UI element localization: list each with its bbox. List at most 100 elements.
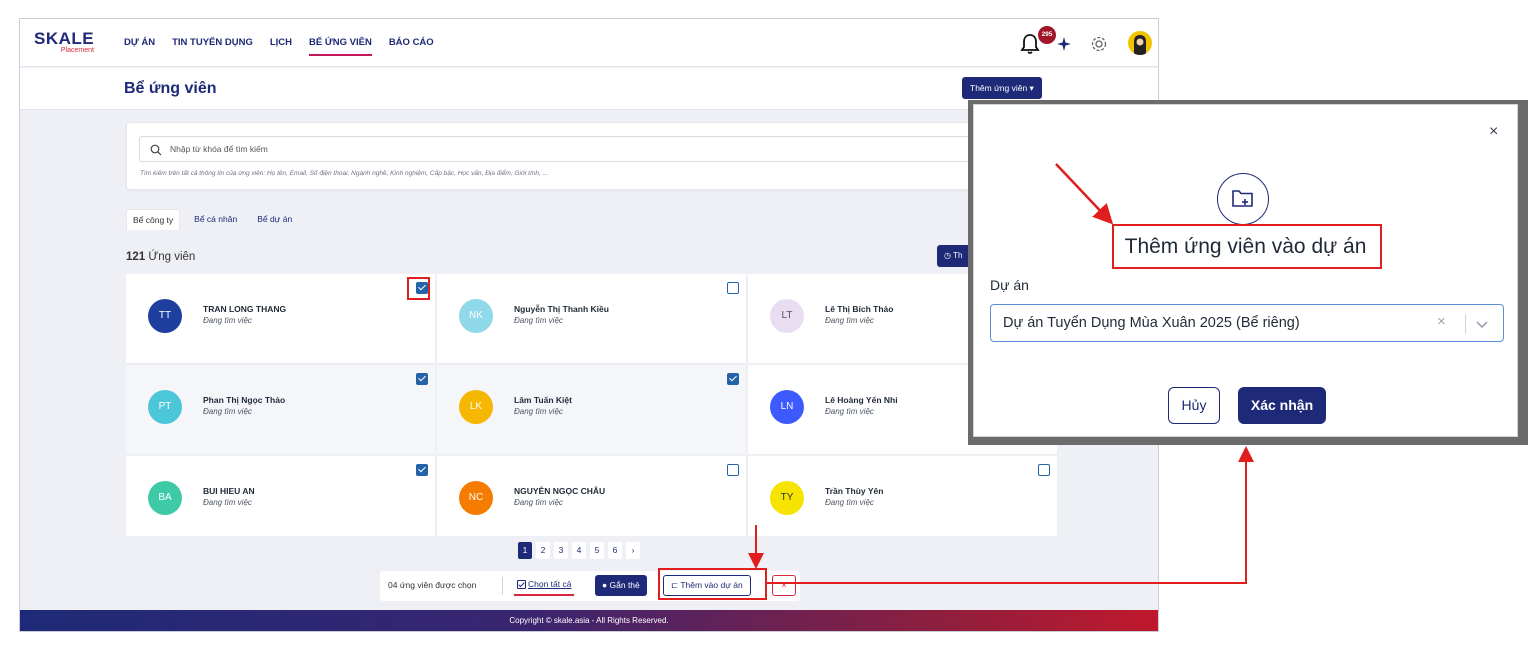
candidate-card[interactable]: PT Phan Thị Ngọc Thảo Đang tìm việc [126, 365, 436, 455]
tag-button-label: Gắn thẻ [609, 580, 640, 590]
top-navbar: SKALE Placement DỰ ÁN TIN TUYỂN DỤNG LỊC… [20, 19, 1158, 67]
pagination: 1 2 3 4 5 6 › [518, 542, 640, 559]
candidate-name[interactable]: Phan Thị Ngọc Thảo [203, 395, 285, 405]
nav-du-an[interactable]: DỰ ÁN [124, 37, 155, 56]
confirm-button[interactable]: Xác nhận [1238, 387, 1326, 424]
candidate-status: Đang tìm việc [825, 407, 874, 416]
candidate-card[interactable]: TY Trần Thùy Yên Đang tìm việc [748, 456, 1058, 536]
project-selected-value: Dự án Tuyển Dụng Mùa Xuân 2025 (Bể riêng… [1003, 315, 1300, 331]
add-to-project-button[interactable]: ⊏ Thêm vào dự án [663, 575, 751, 596]
search-input[interactable] [170, 141, 1030, 157]
candidate-status: Đang tìm việc [514, 316, 563, 325]
project-select[interactable]: Dự án Tuyển Dụng Mùa Xuân 2025 (Bể riêng… [990, 304, 1504, 342]
candidate-name[interactable]: BUI HIEU AN [203, 486, 255, 496]
candidate-checkbox[interactable] [727, 464, 739, 476]
modal-close-icon[interactable]: × [1489, 123, 1498, 141]
bell-icon[interactable]: 295 [1020, 26, 1056, 55]
add-to-project-label: Thêm vào dự án [680, 580, 743, 590]
candidate-card[interactable]: TT TRAN LONG THANG Đang tìm việc [126, 274, 436, 364]
pool-tabs: Bể công ty Bể cá nhân Bể dự án [126, 209, 298, 230]
sparkle-icon[interactable] [1056, 36, 1072, 52]
candidate-avatar: TT [148, 299, 182, 333]
candidate-grid: TT TRAN LONG THANG Đang tìm việc NK Nguyễn T… [126, 274, 1058, 536]
candidate-checkbox[interactable] [727, 282, 739, 294]
tag-button[interactable]: ● Gắn thẻ [595, 575, 647, 596]
gear-icon[interactable] [1090, 35, 1108, 53]
candidate-avatar: LN [770, 390, 804, 424]
candidate-checkbox[interactable] [416, 282, 428, 294]
candidate-status: Đang tìm việc [514, 498, 563, 507]
page-button[interactable]: 1 [518, 542, 532, 559]
logo-text: SKALE [34, 29, 95, 48]
notification-badge: 295 [1038, 26, 1056, 44]
candidate-name[interactable]: TRAN LONG THANG [203, 304, 286, 314]
clear-selection-button[interactable]: × [772, 575, 796, 596]
user-avatar[interactable] [1128, 31, 1152, 55]
folder-plus-icon: ⊏ [671, 580, 679, 590]
next-page-button[interactable]: › [626, 542, 640, 559]
red-underline-annotation [514, 594, 574, 596]
page-button[interactable]: 4 [572, 542, 586, 559]
candidate-checkbox[interactable] [416, 373, 428, 385]
candidate-avatar: BA [148, 481, 182, 515]
candidate-avatar: PT [148, 390, 182, 424]
chevron-down-icon[interactable] [1474, 316, 1490, 332]
candidate-status: Đang tìm việc [203, 498, 252, 507]
page-title: Bể ứng viên [124, 80, 217, 97]
nav-be-ung-vien[interactable]: BỂ ỨNG VIÊN [309, 37, 372, 56]
candidate-card[interactable]: BA BUI HIEU AN Đang tìm việc [126, 456, 436, 536]
folder-plus-icon [1217, 173, 1269, 225]
history-button-label: Th [953, 251, 963, 260]
page-button[interactable]: 3 [554, 542, 568, 559]
candidate-card[interactable]: NK Nguyễn Thị Thanh Kiều Đang tìm việc [437, 274, 747, 364]
tag-icon: ● [602, 580, 608, 590]
checkbox-icon [517, 579, 526, 589]
search-icon [150, 143, 162, 156]
candidate-status: Đang tìm việc [825, 316, 874, 325]
candidate-avatar: NC [459, 481, 493, 515]
cancel-button[interactable]: Hủy [1168, 387, 1220, 424]
candidate-name[interactable]: Lâm Tuấn Kiệt [514, 395, 572, 405]
candidate-status: Đang tìm việc [825, 498, 874, 507]
candidate-checkbox[interactable] [727, 373, 739, 385]
project-field-label: Dự án [990, 277, 1029, 293]
candidate-name[interactable]: Lê Hoàng Yến Nhi [825, 395, 898, 405]
select-all-button[interactable]: Chọn tất cả [517, 579, 571, 589]
page-button[interactable]: 5 [590, 542, 604, 559]
search-box[interactable] [139, 136, 1047, 162]
candidate-checkbox[interactable] [416, 464, 428, 476]
footer: Copyright © skale.asia - All Rights Rese… [20, 610, 1158, 631]
nav-lich[interactable]: LỊCH [270, 37, 292, 56]
clear-icon[interactable]: × [1437, 313, 1446, 330]
page-button[interactable]: 2 [536, 542, 550, 559]
tab-be-cong-ty[interactable]: Bể công ty [126, 209, 181, 230]
candidate-checkbox[interactable] [1038, 464, 1050, 476]
candidate-name[interactable]: NGUYỄN NGỌC CHÂU [514, 486, 605, 496]
candidate-name[interactable]: Nguyễn Thị Thanh Kiều [514, 304, 609, 314]
clock-icon: ◷ [944, 251, 951, 260]
candidate-status: Đang tìm việc [203, 407, 252, 416]
page-button[interactable]: 6 [608, 542, 622, 559]
skale-logo[interactable]: SKALE Placement [34, 30, 94, 55]
tab-be-ca-nhan[interactable]: Bể cá nhân [188, 209, 243, 230]
modal-title: Thêm ứng viên vào dự án [1124, 235, 1367, 258]
action-divider [502, 577, 503, 595]
candidate-avatar: LK [459, 390, 493, 424]
tab-be-du-an[interactable]: Bể dự án [251, 209, 298, 230]
candidate-avatar: TY [770, 481, 804, 515]
candidate-card[interactable]: LK Lâm Tuấn Kiệt Đang tìm việc [437, 365, 747, 455]
selected-count: 04 ứng viên được chọn [388, 580, 477, 590]
candidate-card[interactable]: NC NGUYỄN NGỌC CHÂU Đang tìm việc [437, 456, 747, 536]
main-nav: DỰ ÁN TIN TUYỂN DỤNG LỊCH BỂ ỨNG VIÊN BÁ… [124, 37, 434, 56]
candidate-name[interactable]: Lê Thị Bích Thảo [825, 304, 893, 314]
candidate-status: Đang tìm việc [203, 316, 252, 325]
candidate-avatar: LT [770, 299, 804, 333]
count-label: Ứng viên [148, 251, 196, 263]
candidate-status: Đang tìm việc [514, 407, 563, 416]
nav-tin-tuyen-dung[interactable]: TIN TUYỂN DỤNG [172, 37, 253, 56]
add-candidate-button[interactable]: Thêm ứng viên ▾ [962, 77, 1042, 99]
nav-bao-cao[interactable]: BÁO CÁO [389, 37, 434, 56]
copyright-text: Copyright © skale.asia - All Rights Rese… [509, 616, 669, 625]
candidate-name[interactable]: Trần Thùy Yên [825, 486, 883, 496]
top-icons: 295 [1020, 26, 1155, 59]
